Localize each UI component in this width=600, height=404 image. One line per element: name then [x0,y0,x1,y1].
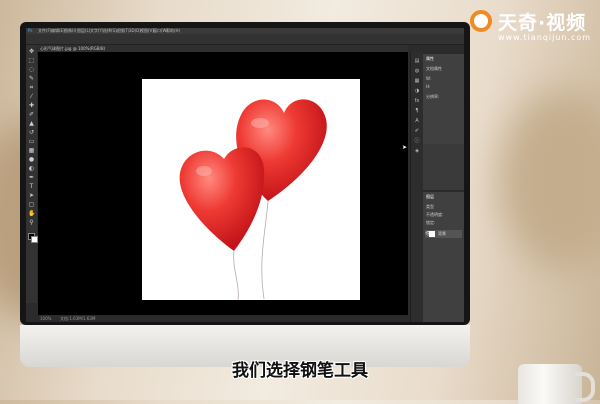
heart-balloons-image [179,99,327,301]
shape-tool-icon[interactable]: ▢ [28,202,35,208]
layers-panel: 图层 类型 不透明度: 锁定: 👁 背景 [423,190,464,322]
canvas-area[interactable]: ➤ [38,52,408,315]
properties-row-4: 分辨率: [426,94,440,99]
history-brush-icon[interactable]: ↺ [28,130,35,136]
tools-panel: ✥ ⬚ ◌ ✎ ⌗ ⁄ ✚ ✐ ▲ ↺ ▭ ▦ ● ◐ ✒ T ➤ ▢ ✋ ⚲ [26,45,38,303]
brush-tool-icon[interactable]: ✐ [28,112,35,118]
panel-icon-strip: ▤ ◍ ▦ ◑ fx ¶ A ✐ ⓘ ◈ [410,52,423,322]
balloon-string-right [261,200,269,300]
lasso-tool-icon[interactable]: ◌ [28,67,35,73]
layer-row-background[interactable]: 👁 背景 [425,230,462,238]
properties-row-1: 文档属性 [426,66,442,71]
stamp-tool-icon[interactable]: ▲ [28,121,35,127]
mug-handle [575,372,595,402]
eraser-tool-icon[interactable]: ▭ [28,139,35,145]
character-panel-icon[interactable]: A [414,118,420,124]
dodge-tool-icon[interactable]: ◐ [28,166,35,172]
balloon-highlight-right [251,118,269,128]
document-canvas[interactable] [142,79,360,301]
styles-panel-icon[interactable]: fx [414,98,420,104]
gradient-tool-icon[interactable]: ▦ [28,148,35,154]
adjustments-panel-icon[interactable]: ◑ [414,88,420,94]
imac-monitor: Ps 文件(F) 编辑(E) 图像(I) 图层(L) 文字(Y) 选择(S) 滤… [20,22,470,367]
properties-panel: 属性 文档属性 W: H: 分辨率: [423,52,464,144]
eyedropper-tool-icon[interactable]: ⁄ [28,94,35,100]
info-panel-icon[interactable]: ⓘ [414,138,420,144]
layer-name: 背景 [438,231,446,236]
balloon-highlight-left [196,166,212,176]
video-subtitle: 我们选择钢笔工具 [232,361,368,381]
mouse-cursor-icon: ➤ [402,144,408,151]
photoshop-window: Ps 文件(F) 编辑(E) 图像(I) 图层(L) 文字(Y) 选择(S) 滤… [26,28,464,322]
monitor-bezel: Ps 文件(F) 编辑(E) 图像(I) 图层(L) 文字(Y) 选择(S) 滤… [20,22,470,325]
properties-panel-title[interactable]: 属性 [426,56,434,61]
status-bar: 100% 文档:1.63M/1.63M [38,315,408,322]
background-color-swatch[interactable] [31,236,38,243]
path-select-tool-icon[interactable]: ➤ [28,193,35,199]
move-tool-icon[interactable]: ✥ [28,49,35,55]
history-panel-icon[interactable]: ▤ [414,58,420,64]
document-tab-bar: 心形气球图片.jpg @ 100%(RGB/8) [38,45,408,52]
navigator-panel-icon[interactable]: ◈ [414,148,420,154]
layers-filter-row[interactable]: 类型 [426,204,434,209]
options-bar [26,34,464,45]
paragraph-panel-icon[interactable]: ¶ [414,108,420,114]
right-panels: 属性 文档属性 W: H: 分辨率: 图层 类型 不透明度: 锁定: 👁 背景 [423,52,464,322]
document-tab[interactable]: 心形气球图片.jpg @ 100%(RGB/8) [40,45,105,52]
quick-select-tool-icon[interactable]: ✎ [28,76,35,82]
document-size: 文档:1.63M/1.63M [60,316,96,321]
zoom-tool-icon[interactable]: ⚲ [28,220,35,226]
swatches-panel-icon[interactable]: ▦ [414,78,420,84]
color-panel-icon[interactable]: ◍ [414,68,420,74]
crop-tool-icon[interactable]: ⌗ [28,85,35,91]
zoom-level[interactable]: 100% [40,315,51,322]
properties-row-2: W: [426,76,432,81]
marquee-tool-icon[interactable]: ⬚ [28,58,35,64]
type-tool-icon[interactable]: T [28,184,35,190]
blur-tool-icon[interactable]: ● [28,157,35,163]
layers-lock-row[interactable]: 锁定: [426,220,435,225]
heart-balloon-left [179,147,265,251]
background-blur-right [500,90,600,270]
balloon-string-left [233,250,239,301]
brush-panel-icon[interactable]: ✐ [414,128,420,134]
layers-panel-title[interactable]: 图层 [426,194,434,199]
logo-url-text: www.tianqijun.com [498,33,592,42]
watermark-logo: 天奇·视频 www.tianqijun.com [470,8,595,50]
properties-row-3: H: [426,84,431,89]
healing-tool-icon[interactable]: ✚ [28,103,35,109]
logo-brand-text: 天奇·视频 [498,12,587,34]
hand-tool-icon[interactable]: ✋ [28,211,35,217]
pen-tool-icon[interactable]: ✒ [28,175,35,181]
coffee-mug [518,364,582,404]
layer-thumbnail [429,231,435,237]
layers-opacity-row[interactable]: 不透明度: [426,212,443,217]
logo-circle-icon [470,10,492,32]
